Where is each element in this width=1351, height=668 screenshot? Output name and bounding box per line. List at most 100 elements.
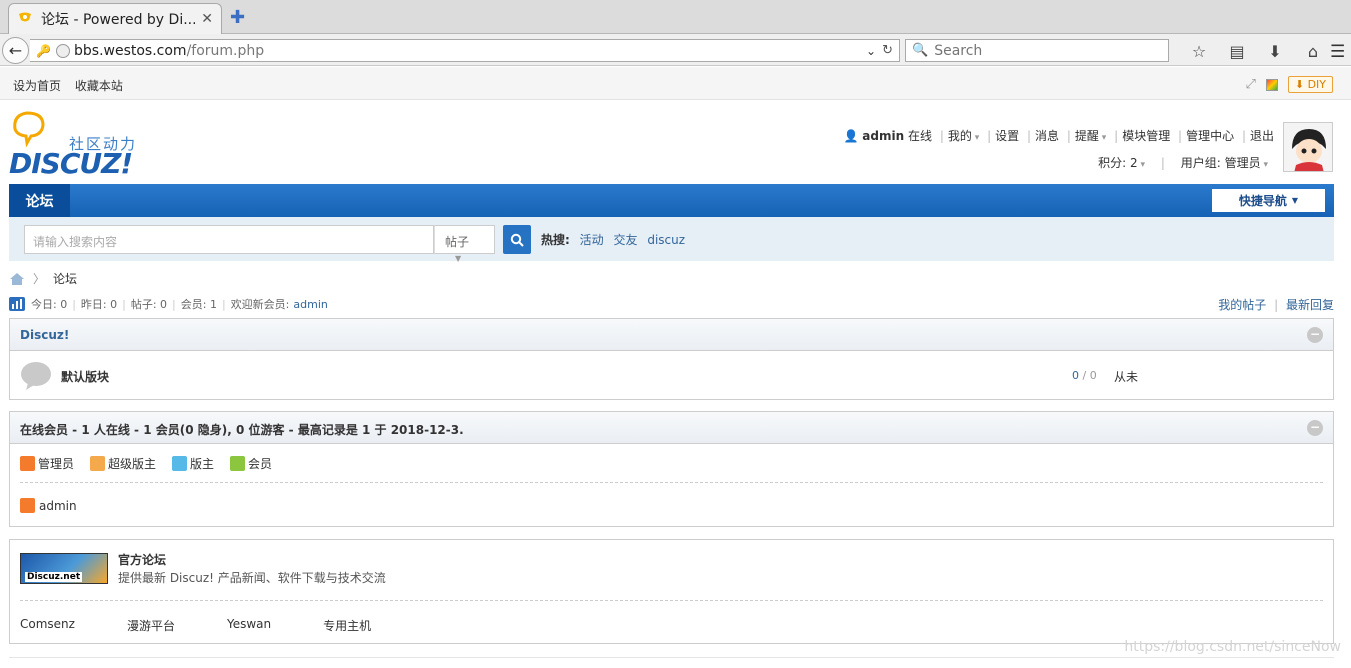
online-member: admin	[20, 498, 77, 513]
my-posts-link[interactable]: 我的帖子	[1218, 298, 1266, 312]
hot-term-activity[interactable]: 活动	[580, 233, 604, 247]
points-link[interactable]: 积分: 2	[1098, 156, 1138, 170]
latest-reply-link[interactable]: 最新回复	[1286, 298, 1334, 312]
footer-divider	[9, 657, 1334, 658]
browser-search-bar[interactable]: 🔍	[905, 39, 1169, 62]
hot-term-discuz[interactable]: discuz	[647, 233, 685, 247]
collapse-icon[interactable]: −	[1307, 420, 1323, 436]
hot-searches: 热搜: 活动 交友 discuz	[541, 231, 691, 248]
divider	[20, 600, 1323, 601]
menu-settings[interactable]: 设置	[995, 129, 1019, 143]
search-type-label: 帖子	[445, 235, 470, 249]
hamburger-menu-icon[interactable]: ☰	[1330, 42, 1345, 62]
friend-link-yeswan[interactable]: Yeswan	[227, 617, 271, 634]
friend-link-hosting[interactable]: 专用主机	[323, 617, 371, 634]
newest-member-link[interactable]: admin	[293, 298, 327, 311]
menu-messages[interactable]: 消息	[1035, 129, 1059, 143]
set-homepage-link[interactable]: 设为首页	[13, 79, 61, 93]
stat-posts: 帖子: 0	[130, 298, 168, 311]
online-members-box: 在线会员 - 1 人在线 - 1 会员(0 隐身), 0 位游客 - 最高记录是…	[9, 411, 1334, 527]
switch-width-icon[interactable]: ⤢	[1245, 77, 1255, 92]
official-forum-desc: 提供最新 Discuz! 产品新闻、软件下载与技术交流	[118, 571, 386, 585]
forum-post-count: 0	[1089, 369, 1097, 382]
color-theme-icon[interactable]	[1265, 78, 1278, 91]
globe-icon	[56, 43, 70, 58]
hot-term-friends[interactable]: 交友	[613, 233, 637, 247]
friend-links: Comsenz 漫游平台 Yeswan 专用主机	[20, 617, 423, 634]
menu-my[interactable]: 我的	[948, 129, 972, 143]
tab-close-icon[interactable]: ✕	[201, 11, 213, 27]
search-icon	[510, 233, 524, 247]
add-favorite-link[interactable]: 收藏本站	[75, 79, 123, 93]
reload-icon[interactable]: ↻	[882, 43, 893, 58]
breadcrumb-current[interactable]: 论坛	[53, 270, 77, 287]
legend-mod-label: 版主	[190, 457, 215, 471]
forum-last-post: 从未	[1114, 370, 1139, 384]
forum-search-input[interactable]: 请输入搜索内容	[24, 225, 434, 254]
user-menu: 👤 admin 在线 | 我的 ▾ | 设置 | 消息 | 提醒 ▾ | 模块管理 | 管理…	[843, 129, 1275, 143]
friend-link-manyou[interactable]: 漫游平台	[127, 617, 175, 634]
url-text: bbs.westos.com/forum.php	[74, 43, 866, 59]
friend-links-box: Discuz.net 官方论坛 提供最新 Discuz! 产品新闻、软件下载与技…	[9, 539, 1334, 644]
url-host: bbs.westos.com	[74, 42, 187, 59]
download-icon[interactable]: ⬇	[1256, 42, 1294, 61]
site-info-icon[interactable]: 🔑	[36, 44, 56, 58]
discuz-favicon-icon	[17, 11, 33, 27]
member-legend: 管理员 超级版主 版主 会员	[20, 455, 272, 472]
diy-label: DIY	[1307, 78, 1326, 91]
url-history-dropdown-icon[interactable]: ⌄	[866, 44, 876, 58]
toolbar-icons: ☆ ▤ ⬇ ⌂	[1180, 42, 1332, 61]
menu-module-admin[interactable]: 模块管理	[1122, 129, 1170, 143]
bookmark-star-icon[interactable]: ☆	[1180, 42, 1218, 61]
super-mod-user-icon	[90, 456, 106, 471]
forum-name-link[interactable]: 默认版块	[61, 368, 109, 385]
legend-member-label: 会员	[248, 457, 273, 471]
caret-down-icon: ▼	[1291, 196, 1299, 205]
discuz-logo[interactable]: 社区动力 DISCUZ!	[9, 111, 149, 180]
search-button[interactable]	[503, 225, 531, 254]
online-member-link[interactable]: admin	[39, 499, 77, 513]
menu-logout[interactable]: 退出	[1250, 129, 1274, 143]
online-title[interactable]: 在线会员 - 1 人在线 - 1 会员(0 隐身), 0 位游客 - 最高记录是…	[20, 423, 464, 437]
navigation-toolbar: ← 🔑 bbs.westos.com/forum.php ⌄ ↻ 🔍 ☆ ▤ ⬇…	[0, 34, 1351, 66]
tab-forum[interactable]: 论坛 - Powered by Di... ✕	[8, 3, 222, 34]
nav-tab-forum[interactable]: 论坛	[9, 184, 70, 217]
forum-stats: 今日: 0 | 昨日: 0 | 帖子: 0 | 会员: 1 | 欢迎新会员: admin	[9, 296, 328, 312]
url-bar[interactable]: 🔑 bbs.westos.com/forum.php ⌄ ↻	[30, 39, 900, 62]
new-tab-icon[interactable]: ✚	[230, 7, 245, 28]
search-type-select[interactable]: 帖子 ▼	[434, 225, 495, 263]
friend-link-comsenz[interactable]: Comsenz	[20, 617, 75, 634]
reading-list-icon[interactable]: ▤	[1218, 42, 1256, 61]
watermark: https://blog.csdn.net/sinceNow	[1124, 639, 1341, 655]
legend-admin: 管理员	[20, 455, 74, 472]
admin-user-icon	[20, 456, 35, 471]
diy-button[interactable]: ⬇ DIY	[1287, 76, 1333, 93]
official-forum-link[interactable]: 官方论坛	[118, 551, 166, 568]
menu-reminders[interactable]: 提醒	[1075, 129, 1099, 143]
online-status: 在线	[907, 129, 932, 143]
forum-counts: 0 / 0	[1072, 369, 1097, 382]
collapse-icon[interactable]: −	[1307, 327, 1323, 343]
menu-admin-center[interactable]: 管理中心	[1186, 129, 1234, 143]
back-button[interactable]: ←	[2, 37, 29, 64]
browser-window: 论坛 - Powered by Di... ✕ ✚ ← 🔑 bbs.westos…	[0, 0, 1351, 668]
stat-welcome: 欢迎新会员:	[230, 298, 290, 311]
browser-search-input[interactable]	[934, 42, 1155, 59]
legend-member: 会员	[230, 455, 272, 472]
tab-strip: 论坛 - Powered by Di... ✕ ✚	[0, 0, 1351, 34]
back-arrow-icon: ←	[8, 41, 23, 60]
stat-today: 今日: 0	[31, 298, 68, 311]
usergroup-link[interactable]: 用户组: 管理员	[1181, 156, 1261, 170]
home-icon[interactable]	[9, 272, 25, 286]
avatar[interactable]	[1283, 122, 1333, 172]
stat-members: 会员: 1	[180, 298, 217, 311]
home-icon[interactable]: ⌂	[1294, 42, 1332, 61]
logo-brand: DISCUZ!	[9, 147, 133, 180]
quick-nav-button[interactable]: 快捷导航 ▼	[1212, 189, 1325, 212]
discuz-net-banner[interactable]: Discuz.net	[20, 553, 108, 584]
online-header: 在线会员 - 1 人在线 - 1 会员(0 隐身), 0 位游客 - 最高记录是…	[10, 412, 1333, 444]
username-link[interactable]: admin	[862, 129, 904, 143]
mod-user-icon	[172, 456, 188, 471]
category-name[interactable]: Discuz!	[20, 328, 69, 342]
legend-mod: 版主	[172, 455, 214, 472]
